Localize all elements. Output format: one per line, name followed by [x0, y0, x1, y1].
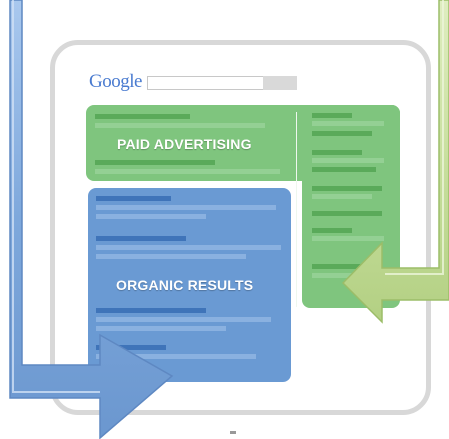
organic-line — [96, 205, 276, 210]
sidebar-line — [312, 273, 352, 278]
organic-line — [96, 236, 186, 241]
organic-line — [96, 317, 271, 322]
column-divider — [296, 112, 297, 307]
sidebar-line — [312, 158, 384, 163]
organic-line — [96, 326, 226, 331]
sidebar-line — [312, 228, 352, 233]
logo-text: Google — [89, 71, 142, 92]
organic-line — [96, 254, 246, 259]
paid-line — [95, 160, 215, 165]
sidebar-line — [312, 194, 372, 199]
google-logo: Google — [89, 71, 142, 93]
organic-line — [96, 245, 281, 250]
organic-line — [96, 354, 256, 359]
diagram-canvas: Google PAID ADVERTISING ORGANIC RESULTS — [0, 0, 449, 439]
organic-results-label: ORGANIC RESULTS — [116, 277, 254, 293]
sidebar-line — [312, 121, 384, 126]
sidebar-line — [312, 264, 367, 269]
search-button — [263, 76, 297, 90]
paid-line — [95, 169, 280, 174]
sidebar-line — [312, 113, 352, 118]
paid-advertising-label: PAID ADVERTISING — [117, 136, 252, 152]
sidebar-line — [312, 131, 372, 136]
search-box — [147, 76, 297, 90]
sidebar-line — [312, 211, 382, 216]
sidebar-line — [312, 186, 382, 191]
sidebar-line — [312, 236, 384, 241]
paid-line — [95, 123, 265, 128]
bottom-mark — [230, 431, 236, 434]
sidebar-line — [312, 150, 362, 155]
organic-line — [96, 214, 206, 219]
paid-line — [95, 114, 190, 119]
sidebar-line — [312, 167, 376, 172]
organic-line — [96, 345, 166, 350]
organic-line — [96, 196, 171, 201]
organic-line — [96, 308, 206, 313]
